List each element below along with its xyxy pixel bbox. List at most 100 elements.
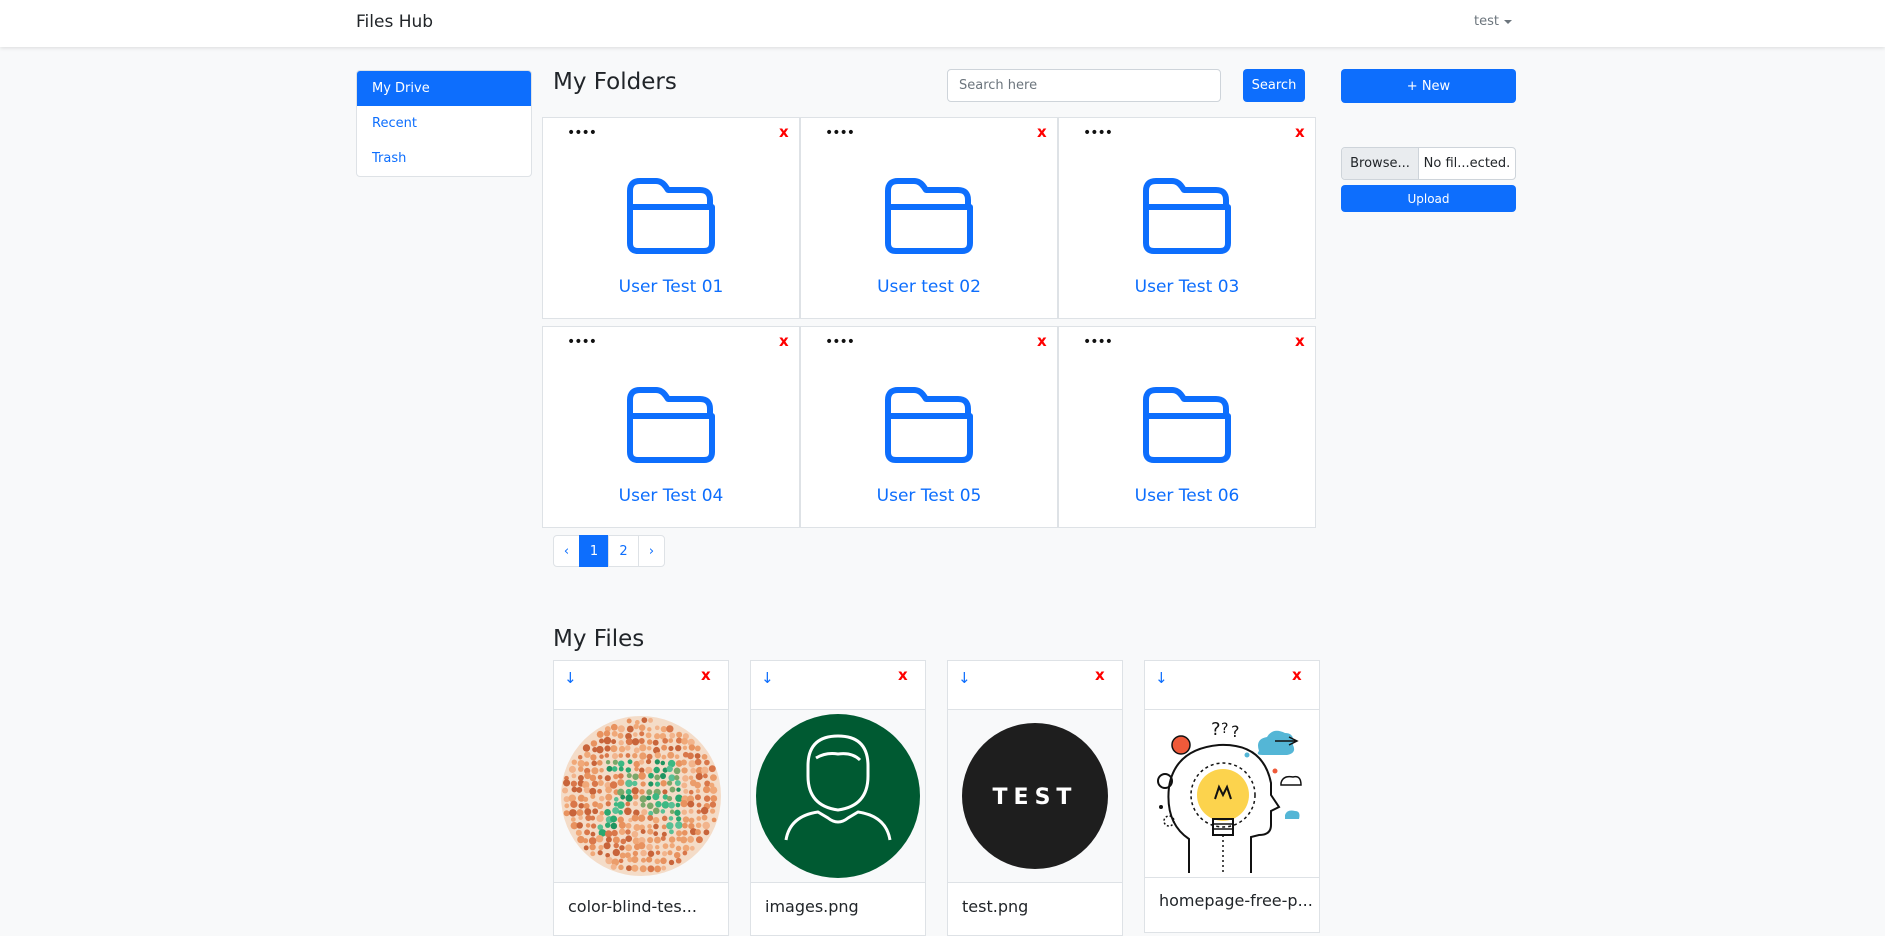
test-dot (682, 816, 690, 823)
test-dot (612, 836, 620, 844)
delete-folder-button[interactable]: x (1037, 332, 1047, 350)
sidebar-item-trash[interactable]: Trash (357, 141, 531, 176)
folder-card[interactable]: •••• x User test 02 (800, 117, 1058, 319)
folder-name[interactable]: User Test 04 (543, 486, 799, 506)
test-dot (617, 779, 625, 787)
browse-button[interactable]: Browse... (1342, 148, 1419, 179)
test-dot (571, 773, 577, 779)
download-icon[interactable]: ↓ (761, 669, 774, 687)
test-dot (687, 800, 695, 808)
lightbulb-head-illustration: ? ? ? (1157, 719, 1302, 873)
pagination-page-2[interactable]: 2 (608, 535, 639, 567)
file-name[interactable]: color-blind-tes... (568, 897, 697, 916)
more-options-icon[interactable]: •••• (825, 334, 855, 350)
more-options-icon[interactable]: •••• (567, 334, 597, 350)
test-dot (627, 759, 633, 765)
file-card[interactable]: ↓ x images.png (750, 660, 926, 936)
file-thumbnail: ? ? ? (1145, 709, 1319, 878)
test-dot (625, 779, 633, 788)
file-input[interactable]: Browse... No fil...ected. (1341, 147, 1516, 180)
folder-name[interactable]: User Test 06 (1059, 486, 1315, 506)
search-input[interactable] (947, 69, 1221, 102)
test-dot (625, 829, 631, 835)
pagination-page-1[interactable]: 1 (579, 535, 609, 567)
file-name[interactable]: images.png (765, 897, 859, 916)
test-dot (632, 801, 638, 807)
folder-name[interactable]: User Test 03 (1059, 277, 1315, 297)
upload-button[interactable]: Upload (1341, 185, 1516, 212)
test-dot (620, 794, 626, 800)
test-dot (696, 809, 702, 814)
folder-card[interactable]: •••• x User Test 03 (1058, 117, 1316, 319)
delete-file-button[interactable]: x (898, 666, 908, 684)
test-dot (634, 766, 639, 772)
test-dot (582, 796, 589, 802)
test-dot (618, 821, 626, 829)
test-dot (639, 767, 645, 773)
test-dot (625, 801, 631, 807)
test-dot (604, 809, 611, 816)
download-icon[interactable]: ↓ (958, 669, 971, 687)
more-options-icon[interactable]: •••• (1083, 125, 1113, 141)
folder-name[interactable]: User Test 01 (543, 277, 799, 297)
delete-file-button[interactable]: x (1292, 666, 1302, 684)
delete-folder-button[interactable]: x (1295, 123, 1305, 141)
test-dot (695, 788, 701, 794)
folder-card[interactable]: •••• x User Test 06 (1058, 326, 1316, 528)
delete-folder-button[interactable]: x (1037, 123, 1047, 141)
pagination-prev[interactable]: ‹ (553, 535, 580, 567)
test-dot (654, 733, 661, 740)
test-dot (680, 759, 687, 766)
delete-folder-button[interactable]: x (1295, 332, 1305, 350)
test-dot (703, 795, 711, 802)
folder-name[interactable]: User test 02 (801, 277, 1057, 297)
test-dot (666, 725, 674, 733)
file-card[interactable]: ↓ x TEST test.png (947, 660, 1123, 936)
file-name[interactable]: homepage-free-p... (1159, 891, 1313, 910)
file-name[interactable]: test.png (962, 897, 1028, 916)
test-dot (681, 782, 688, 789)
test-dot (617, 725, 625, 733)
test-dot (599, 795, 605, 802)
test-dot (605, 822, 611, 828)
more-options-icon[interactable]: •••• (825, 125, 855, 141)
folder-card[interactable]: •••• x User Test 04 (542, 326, 800, 528)
new-button[interactable]: + New (1341, 69, 1516, 103)
pagination-next[interactable]: › (638, 535, 665, 567)
test-dot (681, 767, 688, 774)
test-dot (675, 737, 683, 744)
test-dot (591, 780, 599, 787)
folder-card[interactable]: •••• x User Test 05 (800, 326, 1058, 528)
test-dot (576, 809, 584, 817)
file-card[interactable]: ↓ x ? ? ? homepage-free-p... (1144, 660, 1320, 933)
brand-title[interactable]: Files Hub (356, 12, 433, 32)
delete-file-button[interactable]: x (701, 666, 711, 684)
more-options-icon[interactable]: •••• (567, 125, 597, 141)
user-menu-dropdown[interactable]: test (1474, 14, 1512, 29)
sidebar-item-my-drive[interactable]: My Drive (357, 71, 531, 106)
more-options-icon[interactable]: •••• (1083, 334, 1113, 350)
test-dot (599, 738, 605, 744)
download-icon[interactable]: ↓ (564, 669, 577, 687)
file-card[interactable]: ↓ x color-blind-tes... (553, 660, 729, 936)
folder-name[interactable]: User Test 05 (801, 486, 1057, 506)
test-dot (591, 823, 597, 829)
folder-card[interactable]: •••• x User Test 01 (542, 117, 800, 319)
delete-folder-button[interactable]: x (779, 332, 789, 350)
delete-file-button[interactable]: x (1095, 666, 1105, 684)
delete-folder-button[interactable]: x (779, 123, 789, 141)
test-dot (599, 754, 604, 759)
test-dot (639, 865, 647, 873)
test-dot (576, 786, 583, 793)
sidebar-item-recent[interactable]: Recent (357, 106, 531, 141)
test-dot (646, 856, 653, 863)
user-name: test (1474, 14, 1499, 29)
test-dot (611, 739, 617, 745)
test-dot (675, 845, 682, 852)
download-icon[interactable]: ↓ (1155, 669, 1168, 687)
search-button[interactable]: Search (1243, 69, 1305, 102)
test-dot (592, 808, 599, 815)
test-dot (645, 759, 652, 765)
test-dot (668, 801, 675, 809)
test-dot (690, 767, 697, 774)
